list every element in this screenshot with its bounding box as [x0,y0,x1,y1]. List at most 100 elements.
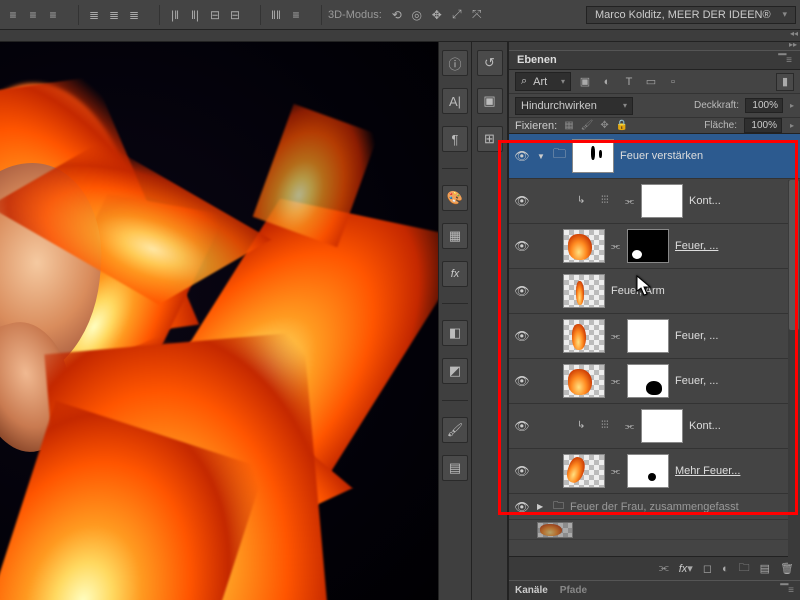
author-field[interactable]: Marco Kolditz, MEER DER IDEEN® ▾ [586,6,796,24]
filter-smart-icon[interactable]: ▫ [665,74,681,90]
adjust-mask-thumb[interactable] [641,409,683,443]
3d-slide-icon[interactable]: ⤢ [448,6,466,24]
spacing-icon-1[interactable]: |‖ [166,6,184,24]
presets-panel-icon[interactable]: ▤ [442,455,468,481]
opacity-value[interactable]: 100% [745,98,783,113]
mask-link-icon[interactable]: ⫘ [625,421,635,432]
history-panel-icon[interactable]: ↺ [477,50,503,76]
layer-thumb[interactable] [563,229,605,263]
spacing-icon-6[interactable]: ≡ [287,6,305,24]
brush-panel-icon[interactable]: 🖌 [442,417,468,443]
styles-panel-icon[interactable]: fx [442,261,468,287]
distribute-icon-1[interactable]: ≣ [85,6,103,24]
group-icon[interactable]: 🗀 [739,559,750,578]
visibility-toggle[interactable]: 👁 [513,464,531,478]
layer-name[interactable]: Feuer verstärken [620,150,796,162]
mask-link-icon[interactable]: ⫘ [625,196,635,207]
adjustments-panel-icon[interactable]: ◧ [442,320,468,346]
collapse-handle[interactable] [0,30,800,42]
layer-smart-feuer-1[interactable]: 👁 ⫘ Feuer, ... ▫ [509,224,800,269]
layer-name[interactable]: Feuer, ... [675,330,784,342]
lock-paint-icon[interactable]: 🖌 [581,120,594,131]
lock-trans-icon[interactable]: ▦ [564,120,573,131]
lock-move-icon[interactable]: ✥ [600,120,608,131]
fx-icon[interactable]: fx▾ [679,562,693,575]
align-icon-1[interactable]: ≡ [4,6,22,24]
layer-mask-thumb[interactable] [627,319,669,353]
channels-tab[interactable]: Kanäle [515,585,548,596]
paths-tab[interactable]: Pfade [560,585,587,596]
channels-menu-icon[interactable]: ▔≡ [780,585,794,596]
layer-row-partial[interactable] [509,520,800,540]
adjust-mask-thumb[interactable] [641,184,683,218]
mask-link-icon[interactable]: ⫘ [611,466,621,477]
layer-name[interactable]: Feuer, Arm [611,285,784,297]
3d-roll-icon[interactable]: ◎ [408,6,426,24]
layer-smart-mehr-feuer[interactable]: 👁 ⫘ Mehr Feuer... [509,449,800,494]
filter-pixel-icon[interactable]: ▣ [577,74,593,90]
layer-smart-feuer-2[interactable]: 👁 ⫘ Feuer, ... ▫ [509,314,800,359]
layer-mask-thumb[interactable] [627,364,669,398]
visibility-toggle[interactable]: 👁 [513,149,531,163]
mask-link-icon[interactable]: ⫘ [611,376,621,387]
visibility-toggle[interactable]: 👁 [513,500,531,514]
panel-collapse-handle[interactable] [509,42,800,50]
properties-panel-icon[interactable]: ⊞ [477,126,503,152]
filter-toggle[interactable]: ▮ [776,73,794,91]
layer-thumb[interactable] [563,364,605,398]
distribute-icon-2[interactable]: ≣ [105,6,123,24]
layer-adjustment-2[interactable]: 👁 ↳ ⫶⫶⫶ ⫘ Kont... [509,404,800,449]
align-icon-3[interactable]: ≡ [44,6,62,24]
align-icon-2[interactable]: ≡ [24,6,42,24]
visibility-toggle[interactable]: 👁 [513,374,531,388]
layer-name[interactable]: Feuer, ... [675,240,784,252]
visibility-toggle[interactable]: 👁 [513,329,531,343]
layer-name[interactable]: Feuer der Frau, zusammengefasst [570,501,796,513]
layer-name[interactable]: Kont... [689,420,796,432]
panel-title-bar[interactable]: Ebenen ▔≡ [509,50,800,70]
document-canvas[interactable] [0,42,438,600]
info-panel-icon[interactable]: ⓘ [442,50,468,76]
layer-thumb[interactable] [537,522,573,538]
layer-mask-thumb[interactable] [627,229,669,263]
visibility-toggle[interactable]: 👁 [513,194,531,208]
layer-thumb[interactable] [563,454,605,488]
layer-adjustment-1[interactable]: 👁 ↳ ⫶⫶⫶ ⫘ Kont... [509,179,800,224]
character-panel-icon[interactable]: A| [442,88,468,114]
panel-menu-icon[interactable]: ▔≡ [778,55,792,66]
layer-group-collapsed[interactable]: 👁 ▶ 🗀 Feuer der Frau, zusammengefasst [509,494,800,520]
paragraph-panel-icon[interactable]: ¶ [442,126,468,152]
spacing-icon-3[interactable]: ⊟ [206,6,224,24]
opacity-scrubber[interactable]: ▸ [790,101,794,110]
masks-panel-icon[interactable]: ◩ [442,358,468,384]
expand-toggle[interactable]: ▶ [537,502,547,511]
expand-toggle[interactable]: ▼ [537,152,547,161]
visibility-toggle[interactable]: 👁 [513,239,531,253]
lock-all-icon[interactable]: 🔒 [616,120,628,131]
mask-icon[interactable]: ◻ [703,562,712,575]
adjustment-icon[interactable]: ◐ [722,563,729,575]
mask-link-icon[interactable]: ⫘ [611,331,621,342]
spacing-icon-2[interactable]: ‖| [186,6,204,24]
visibility-toggle[interactable]: 👁 [513,284,531,298]
fill-value[interactable]: 100% [744,118,782,133]
3d-scale-icon[interactable]: ⤧ [468,6,486,24]
filter-type-icon[interactable]: T [621,74,637,90]
link-layers-icon[interactable]: ⫘ [659,562,669,575]
spacing-icon-4[interactable]: ⊟ [226,6,244,24]
layer-group-feuer-verstaerken[interactable]: 👁 ▼ 🗀 Feuer verstärken [509,134,800,179]
visibility-toggle[interactable]: 👁 [513,419,531,433]
filter-shape-icon[interactable]: ▭ [643,74,659,90]
swatches-panel-icon[interactable]: ▦ [442,223,468,249]
actions-panel-icon[interactable]: ▣ [477,88,503,114]
layer-smart-feuer-3[interactable]: 👁 ⫘ Feuer, ... ▫ [509,359,800,404]
3d-pan-icon[interactable]: ✥ [428,6,446,24]
blend-mode-dropdown[interactable]: Hindurchwirken▾ [515,97,633,115]
3d-orbit-icon[interactable]: ⟲ [388,6,406,24]
group-mask-thumb[interactable] [572,139,614,173]
distribute-icon-3[interactable]: ≣ [125,6,143,24]
layer-name[interactable]: Feuer, ... [675,375,784,387]
new-layer-icon[interactable]: ▤ [760,562,770,575]
mask-link-icon[interactable]: ⫘ [611,241,621,252]
layer-smart-feuer-arm[interactable]: 👁 Feuer, Arm ▫ [509,269,800,314]
